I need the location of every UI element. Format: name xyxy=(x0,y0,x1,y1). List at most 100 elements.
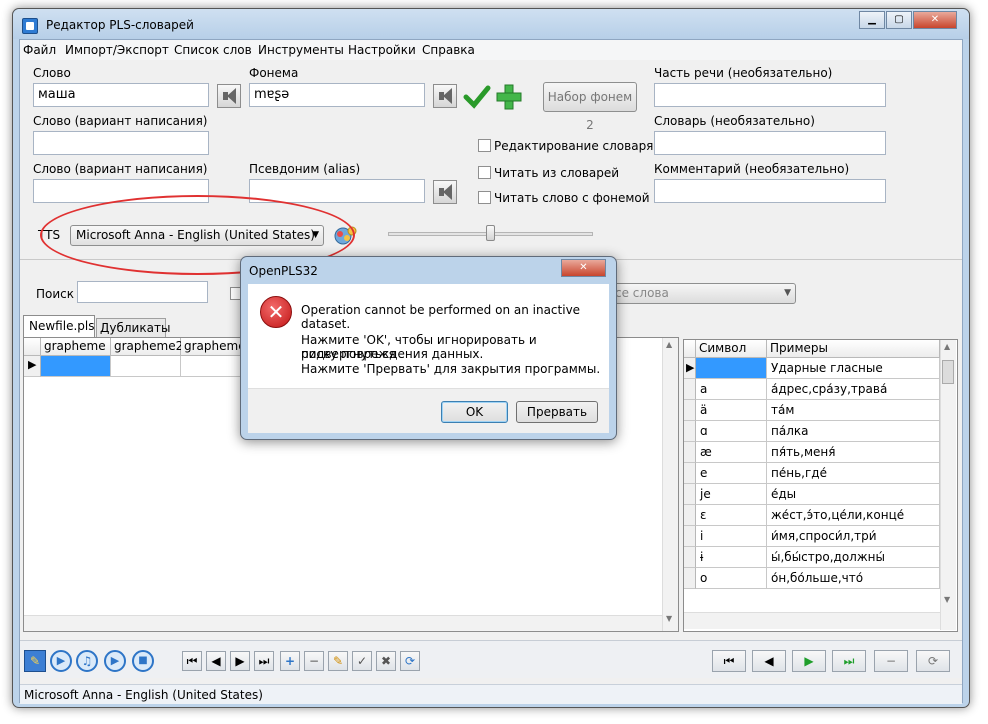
symbol-cell[interactable]: ɛ xyxy=(696,505,767,526)
symbol-cell[interactable]: æ xyxy=(696,442,767,463)
play-icon[interactable]: ▶ xyxy=(104,650,126,672)
symbols-grid[interactable]: Символ Примеры ▶ Ударные гласные a а́дрес,с… xyxy=(683,339,958,632)
ok-button[interactable]: OK xyxy=(441,401,508,423)
symbol-cell[interactable]: o xyxy=(696,568,767,589)
post-record-icon[interactable]: ✓ xyxy=(352,651,372,671)
scroll-thumb[interactable] xyxy=(942,360,954,384)
column-header[interactable]: Символ xyxy=(696,340,767,358)
symbol-cell[interactable] xyxy=(696,358,767,379)
examples-cell[interactable]: ы́,бы́стро,должны́ xyxy=(767,547,940,568)
dialog-footer: OK Прервать xyxy=(248,388,609,433)
read-from-dict-checkbox[interactable] xyxy=(478,166,491,179)
row-indicator: ▶ xyxy=(24,356,41,377)
maximize-button[interactable]: ▢ xyxy=(886,11,912,29)
comment-label: Комментарий (необязательно) xyxy=(654,162,850,176)
speaker-icon[interactable] xyxy=(433,180,457,204)
symbol-cell[interactable]: e xyxy=(696,463,767,484)
tab-newfile[interactable]: Newfile.pls xyxy=(23,315,95,337)
scroll-up-icon[interactable]: ▲ xyxy=(666,340,672,349)
edit-dictionary-checkbox[interactable] xyxy=(478,139,491,152)
examples-cell[interactable]: о́н,бо́льше,что́ xyxy=(767,568,940,589)
symbol-cell[interactable]: a xyxy=(696,379,767,400)
dialog-title: OpenPLS32 xyxy=(249,264,318,278)
table-cell[interactable] xyxy=(111,356,181,377)
tab-duplicates[interactable]: Дубликаты xyxy=(96,318,170,337)
examples-cell[interactable]: а́дрес,сра́зу,трава́ xyxy=(767,379,940,400)
row-indicator xyxy=(684,379,696,400)
comment-input[interactable] xyxy=(654,179,886,203)
abort-button[interactable]: Прервать xyxy=(516,401,598,423)
column-header[interactable]: Примеры xyxy=(767,340,940,358)
examples-cell[interactable]: та́м xyxy=(767,400,940,421)
horizontal-scrollbar[interactable] xyxy=(684,612,940,629)
close-button[interactable]: ✕ xyxy=(913,11,957,29)
examples-cell[interactable]: пе́нь,где́ xyxy=(767,463,940,484)
read-with-phoneme-checkbox[interactable] xyxy=(478,191,491,204)
symbol-cell[interactable]: je xyxy=(696,484,767,505)
examples-cell[interactable]: и́мя,спроси́л,три́ xyxy=(767,526,940,547)
word-input[interactable]: маша xyxy=(33,83,209,107)
column-header[interactable]: grapheme xyxy=(41,338,111,356)
examples-cell[interactable]: пя́ть,меня́ xyxy=(767,442,940,463)
phoneme-set-button[interactable]: Набор фонем 2 xyxy=(543,82,637,132)
examples-cell[interactable]: Ударные гласные xyxy=(767,358,940,379)
symbol-cell[interactable]: i xyxy=(696,526,767,547)
symbol-cell[interactable]: ɑ xyxy=(696,421,767,442)
part-of-speech-input[interactable] xyxy=(654,83,886,107)
search-mode-select[interactable]: се слова ▼ xyxy=(610,283,796,304)
stop-icon[interactable]: ■ xyxy=(132,650,154,672)
last-record-icon[interactable]: ⏭ xyxy=(832,650,866,672)
horizontal-scrollbar[interactable] xyxy=(24,615,662,631)
delete-record-icon[interactable]: − xyxy=(874,650,908,672)
symbol-cell[interactable]: ä xyxy=(696,400,767,421)
menu-file[interactable]: Файл xyxy=(23,43,56,57)
refresh-icon[interactable]: ⟳ xyxy=(916,650,950,672)
dialog-close-button[interactable]: ✕ xyxy=(561,259,606,277)
next-record-icon[interactable]: ▶ xyxy=(792,650,826,672)
add-record-icon[interactable]: + xyxy=(280,651,300,671)
vertical-scrollbar[interactable]: ▲ ▼ xyxy=(940,340,956,630)
examples-cell[interactable]: же́ст,э́то,це́ли,конце́ xyxy=(767,505,940,526)
add-icon[interactable] xyxy=(495,83,523,111)
status-text: Microsoft Anna - English (United States) xyxy=(24,688,263,702)
dictionary-input[interactable] xyxy=(654,131,886,155)
prev-record-icon[interactable]: ◀ xyxy=(206,651,226,671)
scroll-up-icon[interactable]: ▲ xyxy=(944,342,950,351)
examples-cell[interactable]: е́ды xyxy=(767,484,940,505)
refresh-icon[interactable]: ⟳ xyxy=(400,651,420,671)
edit-pencil-icon[interactable]: ✎ xyxy=(24,650,46,672)
edit-record-icon[interactable]: ✎ xyxy=(328,651,348,671)
checkmark-icon[interactable] xyxy=(463,83,491,111)
next-record-icon[interactable]: ▶ xyxy=(230,651,250,671)
search-mode-value: се слова xyxy=(615,286,669,300)
phoneme-input[interactable]: mɐʂə xyxy=(249,83,425,107)
examples-cell[interactable]: па́лка xyxy=(767,421,940,442)
scroll-down-icon[interactable]: ▼ xyxy=(666,614,672,623)
rate-slider-thumb[interactable] xyxy=(486,225,495,241)
menu-settings[interactable]: Настройки xyxy=(348,43,416,57)
prev-record-icon[interactable]: ◀ xyxy=(752,650,786,672)
symbol-cell[interactable]: ɨ xyxy=(696,547,767,568)
speaker-icon[interactable] xyxy=(217,84,241,108)
speaker-icon[interactable] xyxy=(433,84,457,108)
column-header[interactable]: grapheme2 xyxy=(111,338,183,356)
error-icon: ✕ xyxy=(260,296,292,328)
cancel-record-icon[interactable]: ✖ xyxy=(376,651,396,671)
menu-word-list[interactable]: Список слов xyxy=(174,43,252,57)
delete-record-icon[interactable]: − xyxy=(304,651,324,671)
table-cell[interactable] xyxy=(41,356,111,377)
scroll-down-icon[interactable]: ▼ xyxy=(944,595,950,604)
play-icon[interactable]: ▶ xyxy=(50,650,72,672)
first-record-icon[interactable]: ⏮ xyxy=(182,651,202,671)
music-icon[interactable]: ♫ xyxy=(76,650,98,672)
dialog-line2: риску повреждения данных. xyxy=(301,347,484,361)
vertical-scrollbar[interactable]: ▲ ▼ xyxy=(662,338,678,631)
first-record-icon[interactable]: ⏮ xyxy=(712,650,746,672)
menu-tools[interactable]: Инструменты xyxy=(258,43,344,57)
minimize-button[interactable]: ▁ xyxy=(859,11,885,29)
search-input[interactable] xyxy=(77,281,208,303)
variant1-input[interactable] xyxy=(33,131,209,155)
menu-import-export[interactable]: Импорт/Экспорт xyxy=(65,43,169,57)
last-record-icon[interactable]: ⏭ xyxy=(254,651,274,671)
menu-help[interactable]: Справка xyxy=(422,43,475,57)
